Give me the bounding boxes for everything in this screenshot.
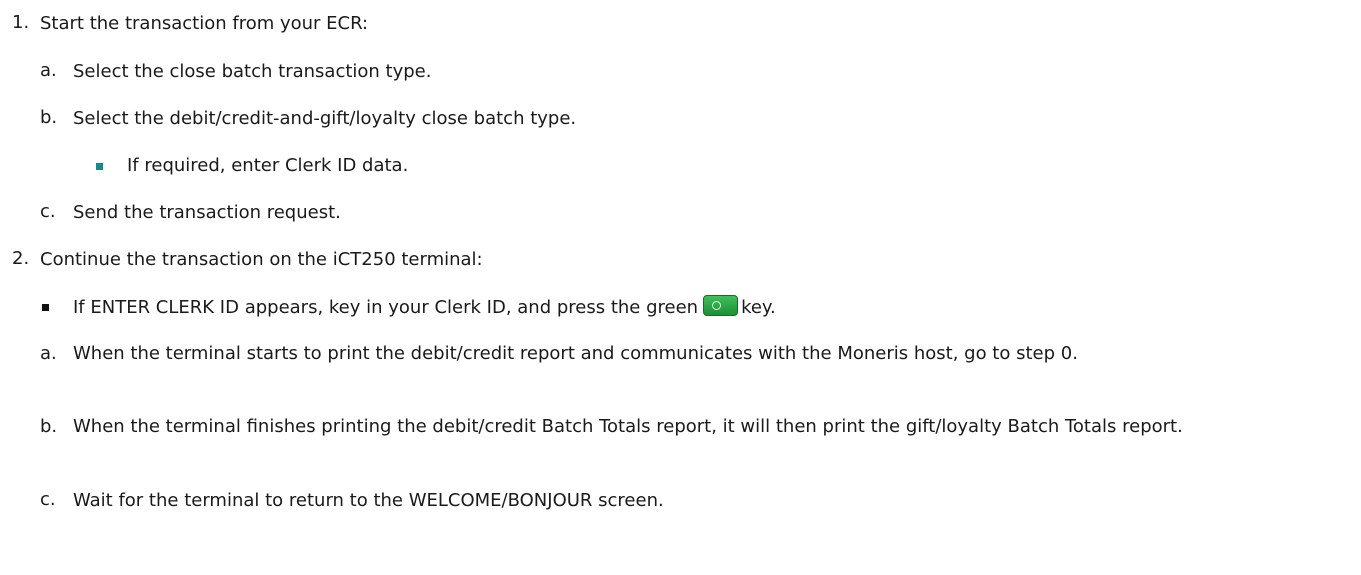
step-2-bullet-text: If ENTER CLERK ID appears, key in your C…: [73, 297, 699, 318]
step-2-number: 2.: [12, 248, 30, 269]
step-2c-letter: c.: [40, 489, 56, 510]
step-1a-text: Select the close batch transaction type.: [73, 61, 432, 82]
step-2c-text: Wait for the terminal to return to the W…: [73, 490, 664, 511]
step-1b-text: Select the debit/credit-and-gift/loyalty…: [73, 108, 577, 129]
step-1a-letter: a.: [40, 60, 57, 81]
instruction-document: 1. Start the transaction from your ECR: …: [0, 0, 1361, 575]
black-bullet-icon: [42, 304, 49, 311]
step-1c-letter: c.: [40, 201, 56, 222]
step-2a-letter: a.: [40, 343, 57, 364]
step-1c-text: Send the transaction request.: [73, 202, 341, 223]
step-1b-bullet-text: If required, enter Clerk ID data.: [127, 155, 409, 176]
step-1-text: Start the transaction from your ECR:: [40, 13, 369, 34]
step-1b-letter: b.: [40, 107, 58, 128]
green-key-icon: [703, 295, 739, 316]
step-1-number: 1.: [12, 12, 30, 33]
step-2a-text: When the terminal starts to print the de…: [73, 343, 1078, 364]
step-2-text: Continue the transaction on the iCT250 t…: [40, 249, 483, 270]
step-2b-text: When the terminal finishes printing the …: [73, 416, 1183, 437]
step-2-bullet: If ENTER CLERK ID appears, key in your C…: [73, 295, 776, 320]
step-2-bullet-suffix: key.: [741, 297, 776, 318]
step-2b-letter: b.: [40, 416, 58, 437]
teal-bullet-icon: [96, 163, 103, 170]
